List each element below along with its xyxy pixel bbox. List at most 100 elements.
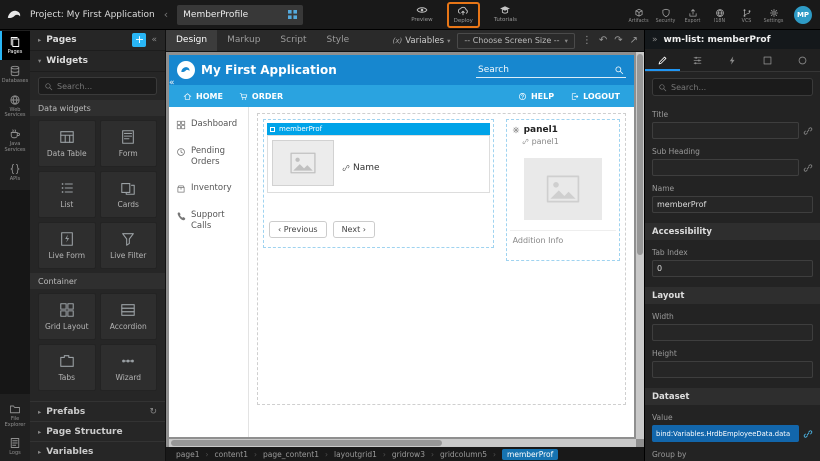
page-grid-icon[interactable] xyxy=(288,10,297,19)
preview-button[interactable]: Preview xyxy=(411,1,432,23)
active-page-tab[interactable]: MemberProfile xyxy=(177,5,303,25)
nav-home[interactable]: HOME xyxy=(175,85,231,107)
breadcrumb-layoutgrid1[interactable]: layoutgrid1 xyxy=(334,450,377,459)
deploy-button[interactable]: Deploy xyxy=(447,2,480,28)
widget-tile-accordion[interactable]: Accordion xyxy=(100,293,158,340)
next-button[interactable]: Next › xyxy=(333,221,375,238)
widget-search[interactable] xyxy=(38,77,157,95)
widget-tile-grid-layout[interactable]: Grid Layout xyxy=(38,293,96,340)
breadcrumb-page1[interactable]: page1 xyxy=(176,450,200,459)
vcs-button[interactable]: VCS xyxy=(733,5,760,24)
user-avatar[interactable]: MP xyxy=(794,6,812,24)
accessibility-section-header[interactable]: Accessibility xyxy=(645,223,820,240)
nav-logout[interactable]: LOGOUT xyxy=(562,85,628,107)
panel-image-placeholder[interactable] xyxy=(524,158,602,220)
add-page-button[interactable]: + xyxy=(132,33,146,47)
tab-display[interactable] xyxy=(750,49,785,71)
list-widget-memberprof[interactable]: memberProf Name xyxy=(263,119,494,248)
rail-item-java-services[interactable]: Java Services xyxy=(0,123,30,158)
widget-tile-data-table[interactable]: Data Table xyxy=(38,120,96,167)
tab-events[interactable] xyxy=(715,49,750,71)
variables-button[interactable]: (x) Variables ▾ xyxy=(393,36,451,46)
screen-size-dropdown[interactable]: -- Choose Screen Size -- ▾ xyxy=(457,33,574,49)
rail-item-file-explorer[interactable]: File Explorer xyxy=(0,398,30,433)
list-item-template[interactable]: Name xyxy=(267,135,490,193)
breadcrumb-page-content1[interactable]: page_content1 xyxy=(263,450,319,459)
menu-item-inventory[interactable]: Inventory xyxy=(176,183,241,194)
rail-item-databases[interactable]: Databases xyxy=(0,60,30,89)
redo-icon[interactable]: ↷ xyxy=(614,36,622,46)
height-input[interactable] xyxy=(652,361,813,378)
open-preview-icon[interactable]: ↗ xyxy=(630,36,638,46)
widget-tile-tabs[interactable]: Tabs xyxy=(38,344,96,391)
export-button[interactable]: Export xyxy=(679,5,706,24)
undo-icon[interactable]: ↶ xyxy=(599,36,607,46)
panel-settings-icon[interactable] xyxy=(512,126,520,134)
artifacts-button[interactable]: Artifacts xyxy=(625,5,652,24)
name-field[interactable]: Name xyxy=(342,147,380,188)
security-button[interactable]: Security xyxy=(652,5,679,24)
widget-drag-handle-icon[interactable] xyxy=(270,127,275,132)
layout-grid-row[interactable]: memberProf Name xyxy=(257,113,626,405)
widget-tile-form[interactable]: Form xyxy=(100,120,158,167)
tab-script[interactable]: Script xyxy=(270,30,316,51)
bind-value-icon[interactable] xyxy=(803,429,813,439)
nav-order[interactable]: ORDER xyxy=(231,85,291,107)
image-placeholder[interactable] xyxy=(272,140,334,186)
properties-search[interactable] xyxy=(652,78,813,96)
breadcrumb-content1[interactable]: content1 xyxy=(215,450,249,459)
preview-app-header[interactable]: My First Application xyxy=(169,55,634,85)
dataset-value-input[interactable] xyxy=(652,425,799,442)
properties-search-input[interactable] xyxy=(671,83,807,92)
tab-styles[interactable] xyxy=(680,49,715,71)
widget-tile-wizard[interactable]: Wizard xyxy=(100,344,158,391)
collapse-left-panel-icon[interactable]: « xyxy=(169,78,175,88)
panel-widget-panel1[interactable]: panel1 panel1 Addition In xyxy=(506,119,620,261)
variables-section-header[interactable]: ▸ Variables xyxy=(30,441,165,461)
vertical-scrollbar-thumb[interactable] xyxy=(637,54,643,255)
rail-item-pages[interactable]: Pages xyxy=(0,31,30,60)
previous-button[interactable]: ‹ Previous xyxy=(269,221,327,238)
nav-help[interactable]: HELP xyxy=(510,85,562,107)
breadcrumb-memberprof[interactable]: memberProf xyxy=(502,449,558,460)
app-search[interactable] xyxy=(476,63,626,78)
widget-tile-live-form[interactable]: Live Form xyxy=(38,222,96,269)
menu-item-pending-orders[interactable]: Pending Orders xyxy=(176,146,241,167)
dataset-section-header[interactable]: Dataset xyxy=(645,388,820,405)
tab-properties[interactable] xyxy=(645,49,680,71)
widget-tile-live-filter[interactable]: Live Filter xyxy=(100,222,158,269)
collapse-right-panel-icon[interactable]: » xyxy=(652,35,658,45)
widget-tile-list[interactable]: List xyxy=(38,171,96,218)
horizontal-scrollbar[interactable] xyxy=(169,439,636,447)
refresh-icon[interactable]: ↻ xyxy=(149,407,157,417)
prefabs-section-header[interactable]: ▸ Prefabs ↻ xyxy=(30,401,165,421)
rail-item-apis[interactable]: APIs xyxy=(0,158,30,187)
page-structure-section-header[interactable]: ▸ Page Structure xyxy=(30,421,165,441)
bind-title-icon[interactable] xyxy=(803,126,813,136)
widgets-section-header[interactable]: ▾ Widgets xyxy=(30,51,165,72)
wavemaker-logo-icon[interactable] xyxy=(0,0,30,30)
tutorials-button[interactable]: Tutorials xyxy=(494,1,517,23)
layout-section-header[interactable]: Layout xyxy=(645,287,820,304)
subheading-input[interactable] xyxy=(652,159,799,176)
rail-item-web-services[interactable]: Web Services xyxy=(0,89,30,124)
name-input[interactable] xyxy=(652,196,813,213)
more-options-icon[interactable]: ⋮ xyxy=(582,36,592,46)
app-search-input[interactable] xyxy=(478,65,610,75)
menu-item-support-calls[interactable]: Support Calls xyxy=(176,210,241,231)
collapse-sidebar-icon[interactable]: « xyxy=(151,35,157,45)
breadcrumb-gridcolumn5[interactable]: gridcolumn5 xyxy=(440,450,487,459)
pages-section-header[interactable]: ▸ Pages + « xyxy=(30,30,165,51)
i18n-button[interactable]: I18N xyxy=(706,5,733,24)
tab-style[interactable]: Style xyxy=(317,30,360,51)
panel-subtitle[interactable]: panel1 xyxy=(510,136,616,150)
tabindex-input[interactable] xyxy=(652,260,813,277)
bind-subheading-icon[interactable] xyxy=(803,163,813,173)
panel-header[interactable]: panel1 xyxy=(510,123,616,136)
vertical-scrollbar[interactable] xyxy=(636,52,644,439)
widget-selection-bar[interactable]: memberProf xyxy=(267,123,490,135)
settings-button[interactable]: Settings xyxy=(760,5,787,24)
tab-security[interactable] xyxy=(785,49,820,71)
width-input[interactable] xyxy=(652,324,813,341)
breadcrumb-gridrow3[interactable]: gridrow3 xyxy=(392,450,425,459)
